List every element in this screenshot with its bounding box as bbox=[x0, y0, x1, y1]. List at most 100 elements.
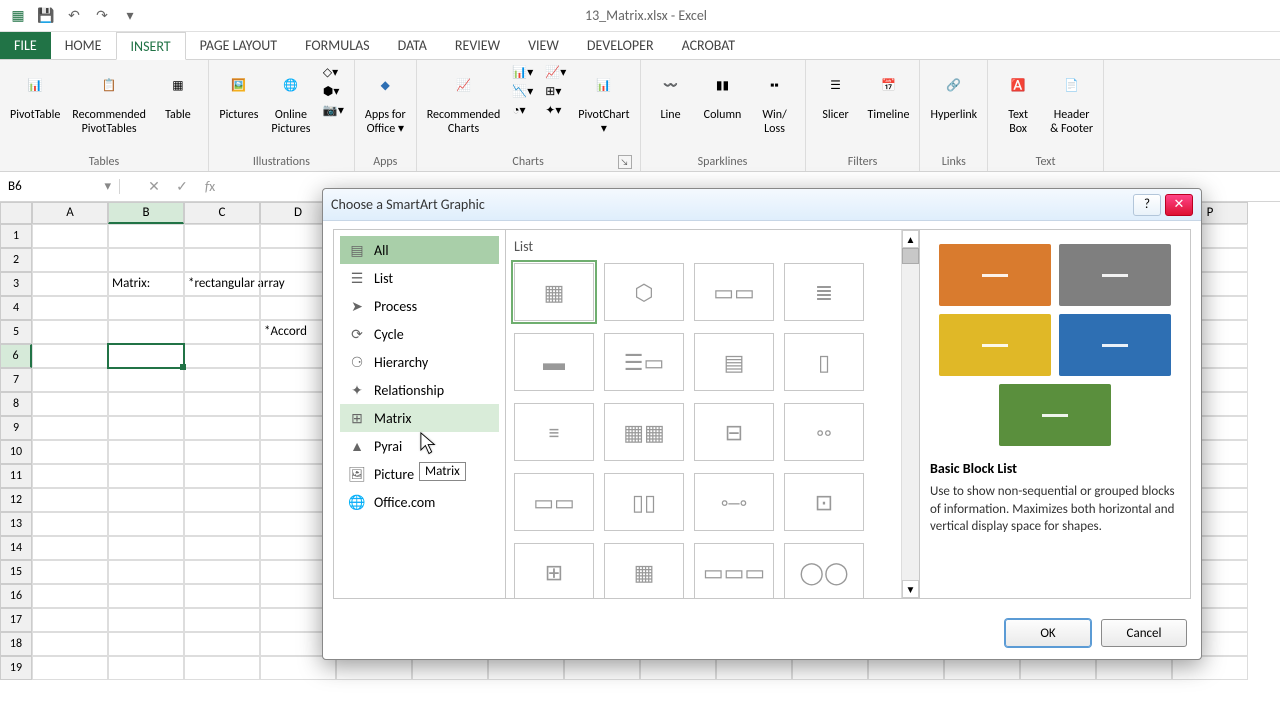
undo-icon[interactable]: ↶ bbox=[64, 6, 84, 26]
online-pictures-button[interactable]: 🌐Online Pictures bbox=[267, 64, 315, 139]
cell-C8[interactable] bbox=[184, 392, 260, 416]
timeline-button[interactable]: 📅Timeline bbox=[864, 64, 914, 124]
screenshot-button[interactable]: 📷▾ bbox=[319, 102, 348, 119]
col-header[interactable]: B bbox=[108, 202, 184, 224]
row-header[interactable]: 17 bbox=[0, 608, 32, 632]
cell-A6[interactable] bbox=[32, 344, 108, 368]
scroll-down-icon[interactable]: ▼ bbox=[902, 580, 919, 598]
row-header[interactable]: 4 bbox=[0, 296, 32, 320]
tab-insert[interactable]: INSERT bbox=[116, 32, 186, 60]
help-icon[interactable]: ? bbox=[1133, 194, 1161, 216]
cell-C1[interactable] bbox=[184, 224, 260, 248]
cell-B19[interactable] bbox=[108, 656, 184, 680]
cell-A13[interactable] bbox=[32, 512, 108, 536]
row-header[interactable]: 6 bbox=[0, 344, 32, 368]
layout-option-20[interactable]: ◯◯ bbox=[784, 543, 864, 598]
pivottable-button[interactable]: 📊PivotTable bbox=[6, 64, 64, 124]
tab-data[interactable]: DATA bbox=[384, 32, 441, 59]
col-header[interactable]: C bbox=[184, 202, 260, 224]
sparkline-column-button[interactable]: ▮▮Column bbox=[699, 64, 747, 124]
cell-A19[interactable] bbox=[32, 656, 108, 680]
slicer-button[interactable]: ☰Slicer bbox=[812, 64, 860, 124]
cell-A7[interactable] bbox=[32, 368, 108, 392]
layout-option-13[interactable]: ▭▭ bbox=[514, 473, 594, 531]
cell-C17[interactable] bbox=[184, 608, 260, 632]
recommended-charts-button[interactable]: 📈Recommended Charts bbox=[423, 64, 505, 139]
layout-option-16[interactable]: ⊡ bbox=[784, 473, 864, 531]
cell-B17[interactable] bbox=[108, 608, 184, 632]
chart-type-4[interactable]: 📈▾ bbox=[541, 64, 570, 81]
category-cycle[interactable]: ⟳Cycle bbox=[340, 320, 499, 348]
row-header[interactable]: 1 bbox=[0, 224, 32, 248]
pictures-button[interactable]: 🖼️Pictures bbox=[215, 64, 263, 124]
chart-type-2[interactable]: 📉▾ bbox=[508, 83, 537, 100]
hyperlink-button[interactable]: 🔗Hyperlink bbox=[926, 64, 981, 124]
row-header[interactable]: 9 bbox=[0, 416, 32, 440]
enter-formula-icon[interactable]: ✓ bbox=[168, 178, 196, 195]
cell-C9[interactable] bbox=[184, 416, 260, 440]
cell-C6[interactable] bbox=[184, 344, 260, 368]
chart-type-5[interactable]: ⊞▾ bbox=[541, 83, 570, 100]
cell-A11[interactable] bbox=[32, 464, 108, 488]
col-header[interactable]: A bbox=[32, 202, 108, 224]
row-header[interactable]: 18 bbox=[0, 632, 32, 656]
layout-option-6[interactable]: ☰▭ bbox=[604, 333, 684, 391]
tab-formulas[interactable]: FORMULAS bbox=[291, 32, 384, 59]
row-header[interactable]: 2 bbox=[0, 248, 32, 272]
cell-B14[interactable] bbox=[108, 536, 184, 560]
cell-B6[interactable] bbox=[108, 344, 184, 368]
cell-A10[interactable] bbox=[32, 440, 108, 464]
layout-option-18[interactable]: ▦ bbox=[604, 543, 684, 598]
header-footer-button[interactable]: 📄Header & Footer bbox=[1046, 64, 1097, 139]
qat-more-icon[interactable]: ▾ bbox=[120, 6, 140, 26]
cell-C14[interactable] bbox=[184, 536, 260, 560]
cell-B15[interactable] bbox=[108, 560, 184, 584]
cell-A14[interactable] bbox=[32, 536, 108, 560]
name-box[interactable]: B6▾ bbox=[0, 179, 120, 194]
cell-A16[interactable] bbox=[32, 584, 108, 608]
cell-B18[interactable] bbox=[108, 632, 184, 656]
gallery-scrollbar[interactable]: ▲ ▼ bbox=[901, 230, 919, 598]
layout-option-15[interactable]: ◦─◦ bbox=[694, 473, 774, 531]
apps-for-office-button[interactable]: ◆Apps for Office ▾ bbox=[361, 64, 410, 139]
layout-option-17[interactable]: ⊞ bbox=[514, 543, 594, 598]
shapes-button[interactable]: ◇▾ bbox=[319, 64, 348, 81]
cell-C7[interactable] bbox=[184, 368, 260, 392]
cell-A5[interactable] bbox=[32, 320, 108, 344]
cell-C15[interactable] bbox=[184, 560, 260, 584]
tab-page-layout[interactable]: PAGE LAYOUT bbox=[186, 32, 291, 59]
layout-option-14[interactable]: ▯▯ bbox=[604, 473, 684, 531]
row-header[interactable]: 8 bbox=[0, 392, 32, 416]
layout-option-1[interactable]: ▦ bbox=[514, 263, 594, 321]
cell-B2[interactable] bbox=[108, 248, 184, 272]
layout-option-12[interactable]: ◦◦ bbox=[784, 403, 864, 461]
close-icon[interactable]: ✕ bbox=[1165, 194, 1193, 216]
tab-review[interactable]: REVIEW bbox=[441, 32, 514, 59]
textbox-button[interactable]: 🅰️Text Box bbox=[994, 64, 1042, 139]
layout-option-9[interactable]: ≡ bbox=[514, 403, 594, 461]
cell-B4[interactable] bbox=[108, 296, 184, 320]
row-header[interactable]: 7 bbox=[0, 368, 32, 392]
ok-button[interactable]: OK bbox=[1005, 619, 1091, 647]
cell-B12[interactable] bbox=[108, 488, 184, 512]
redo-icon[interactable]: ↷ bbox=[92, 6, 112, 26]
category-office-com[interactable]: 🌐Office.com bbox=[340, 488, 499, 516]
tab-home[interactable]: HOME bbox=[51, 32, 116, 59]
layout-option-8[interactable]: ▯ bbox=[784, 333, 864, 391]
cell-B11[interactable] bbox=[108, 464, 184, 488]
row-header[interactable]: 16 bbox=[0, 584, 32, 608]
chart-type-1[interactable]: 📊▾ bbox=[508, 64, 537, 81]
row-header[interactable]: 12 bbox=[0, 488, 32, 512]
category-process[interactable]: ➤Process bbox=[340, 292, 499, 320]
cell-C10[interactable] bbox=[184, 440, 260, 464]
cell-B10[interactable] bbox=[108, 440, 184, 464]
category-hierarchy[interactable]: ⚆Hierarchy bbox=[340, 348, 499, 376]
cell-C13[interactable] bbox=[184, 512, 260, 536]
charts-dialog-launcher[interactable]: ↘ bbox=[618, 155, 632, 169]
row-header[interactable]: 3 bbox=[0, 272, 32, 296]
cell-B16[interactable] bbox=[108, 584, 184, 608]
tab-view[interactable]: VIEW bbox=[514, 32, 573, 59]
cell-C3[interactable]: *rectangular array bbox=[184, 272, 260, 296]
layout-option-2[interactable]: ⬡ bbox=[604, 263, 684, 321]
cell-B5[interactable] bbox=[108, 320, 184, 344]
